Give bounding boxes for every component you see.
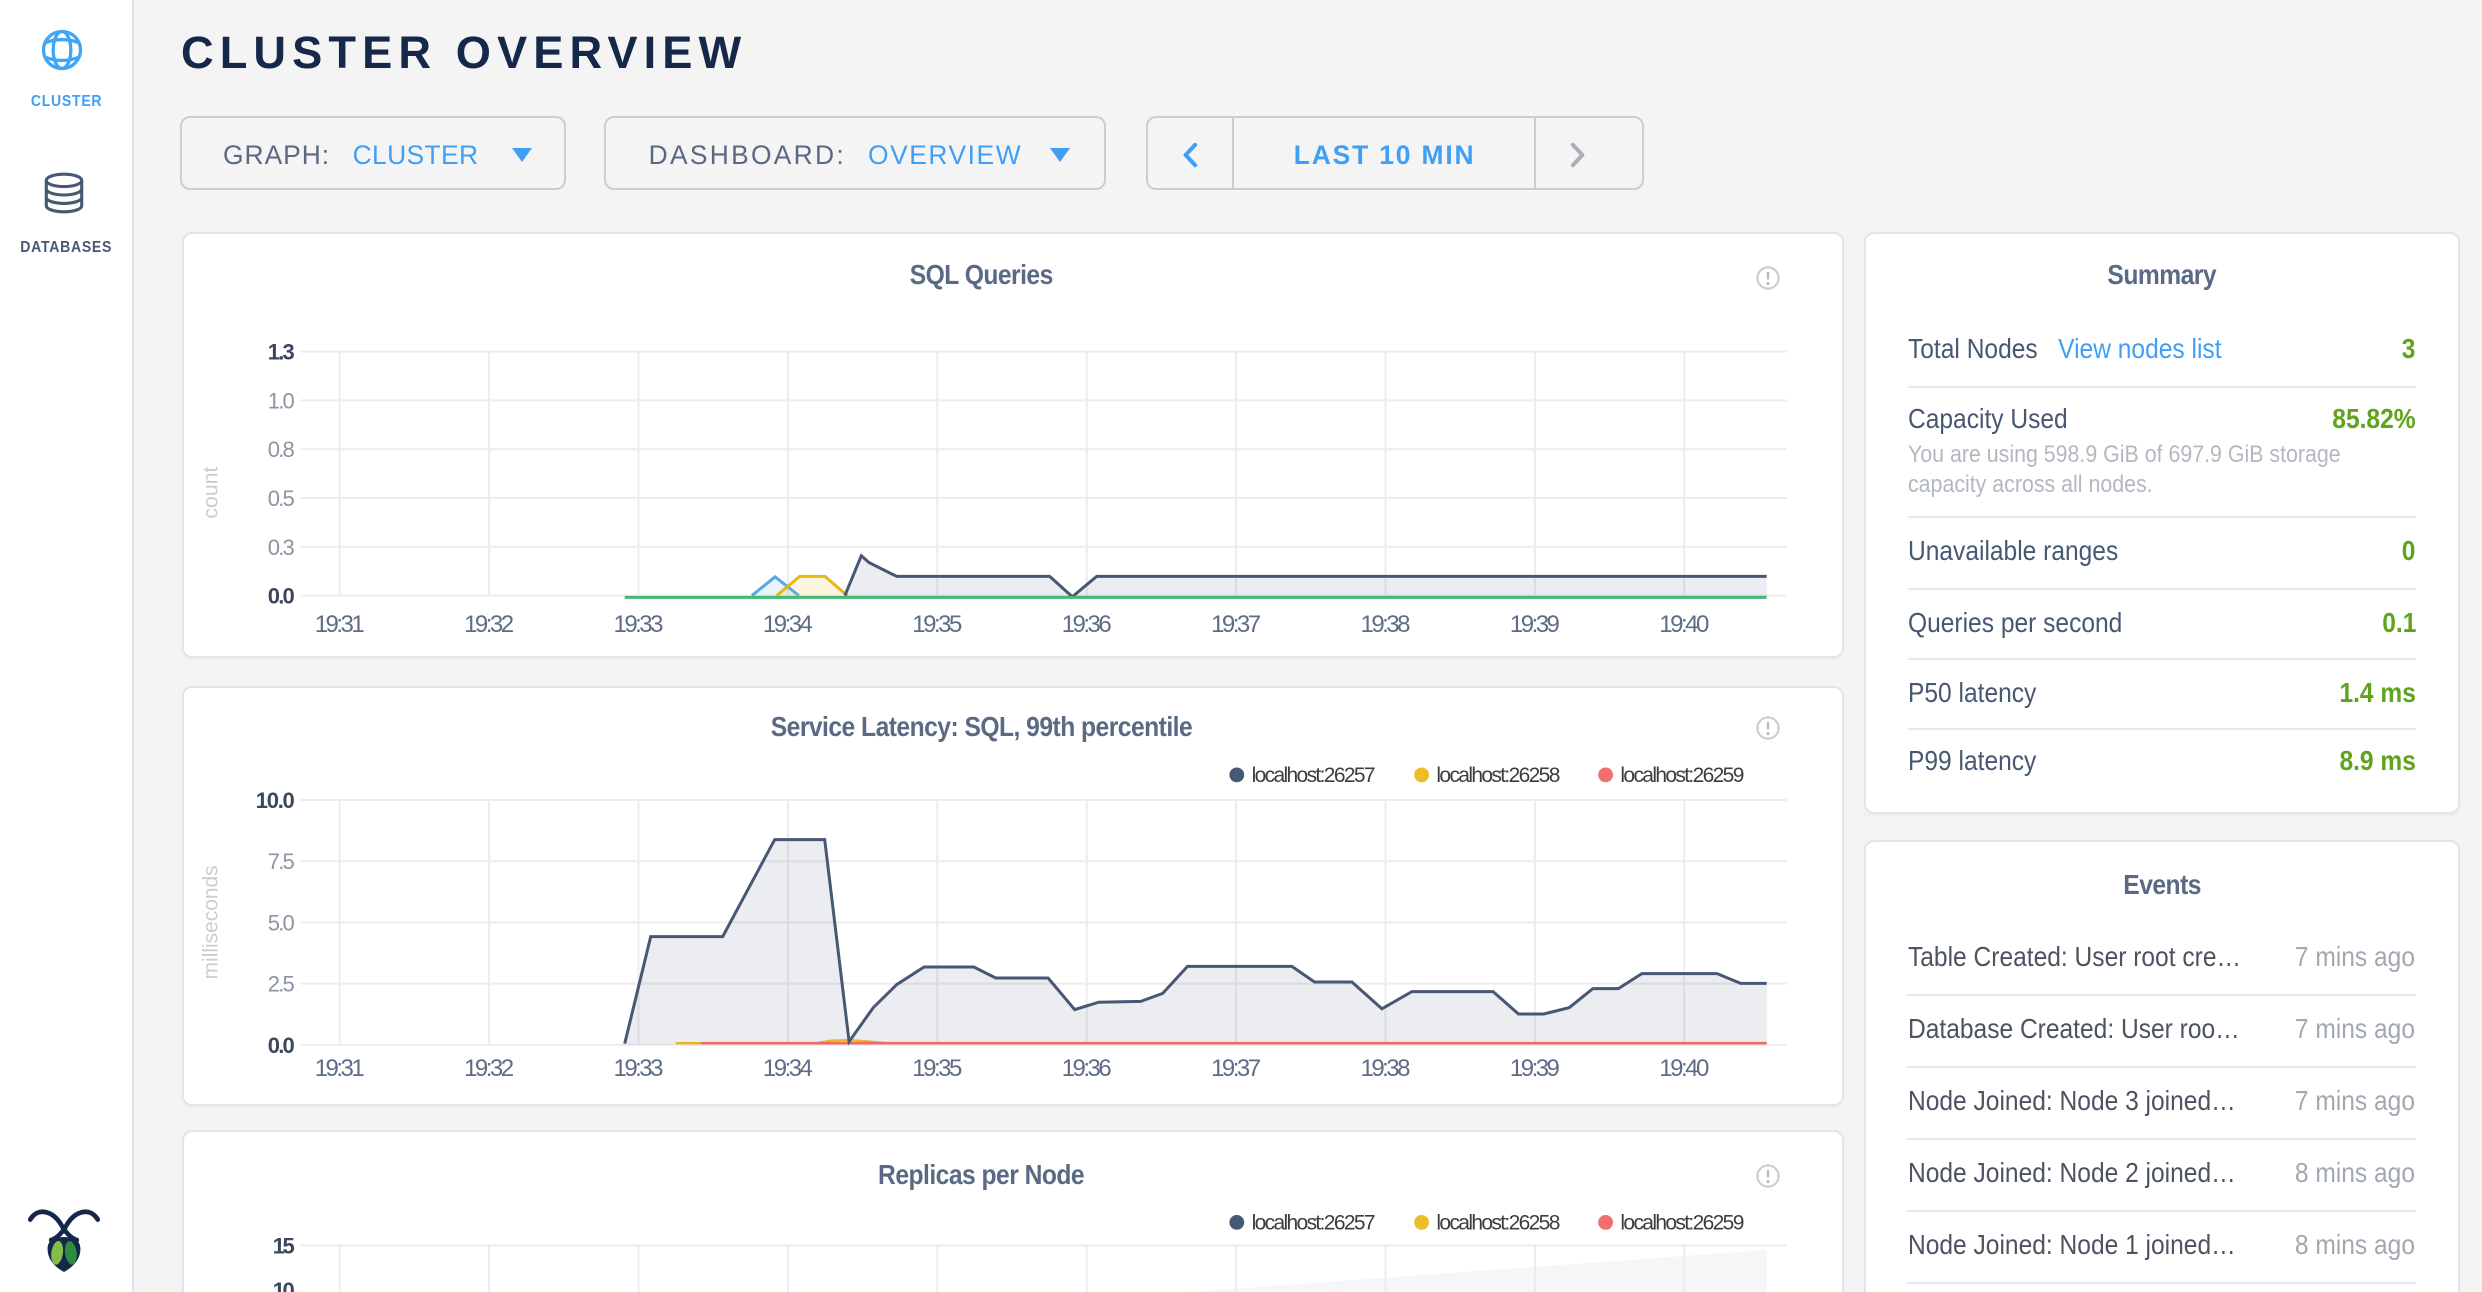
- svg-text:19:35: 19:35: [911, 1054, 961, 1081]
- svg-text:19:31: 19:31: [314, 611, 364, 638]
- svg-text:localhost:26258: localhost:26258: [1435, 763, 1559, 786]
- svg-text:localhost:26257: localhost:26257: [1251, 1211, 1375, 1234]
- svg-text:19:34: 19:34: [762, 611, 812, 638]
- svg-text:19:39: 19:39: [1509, 1054, 1559, 1081]
- svg-text:19:35: 19:35: [911, 611, 961, 638]
- svg-text:19:36: 19:36: [1061, 1054, 1111, 1081]
- svg-text:19:33: 19:33: [613, 1054, 663, 1081]
- svg-text:localhost:26258: localhost:26258: [1435, 1211, 1559, 1234]
- svg-text:0.0: 0.0: [267, 1032, 294, 1057]
- svg-text:19:32: 19:32: [463, 1054, 513, 1081]
- svg-text:localhost:26259: localhost:26259: [1619, 763, 1743, 786]
- svg-text:19:33: 19:33: [613, 611, 663, 638]
- svg-text:19:36: 19:36: [1061, 611, 1111, 638]
- svg-text:19:31: 19:31: [314, 1054, 364, 1081]
- svg-text:count: count: [199, 466, 222, 518]
- svg-text:0.0: 0.0: [267, 584, 294, 609]
- svg-text:0.3: 0.3: [267, 535, 294, 560]
- svg-text:10.0: 10.0: [255, 787, 294, 812]
- svg-text:milliseconds: milliseconds: [199, 864, 222, 978]
- svg-text:19:40: 19:40: [1658, 611, 1708, 638]
- svg-text:19:39: 19:39: [1509, 611, 1559, 638]
- svg-text:19:34: 19:34: [762, 1054, 812, 1081]
- svg-text:0.8: 0.8: [267, 437, 294, 462]
- svg-text:localhost:26257: localhost:26257: [1251, 763, 1375, 786]
- svg-text:19:32: 19:32: [463, 611, 513, 638]
- svg-text:1.0: 1.0: [267, 388, 294, 413]
- svg-text:7.5: 7.5: [267, 848, 294, 873]
- svg-text:10: 10: [272, 1278, 294, 1292]
- svg-text:1.3: 1.3: [267, 340, 294, 365]
- svg-text:15: 15: [272, 1233, 294, 1258]
- svg-text:19:37: 19:37: [1210, 1054, 1260, 1081]
- svg-text:19:40: 19:40: [1658, 1054, 1708, 1081]
- svg-text:5.0: 5.0: [267, 909, 294, 934]
- svg-text:19:38: 19:38: [1360, 1054, 1410, 1081]
- svg-text:2.5: 2.5: [267, 971, 294, 996]
- svg-text:0.5: 0.5: [267, 486, 294, 511]
- svg-text:19:38: 19:38: [1360, 611, 1410, 638]
- svg-text:19:37: 19:37: [1210, 611, 1260, 638]
- svg-text:localhost:26259: localhost:26259: [1619, 1211, 1743, 1234]
